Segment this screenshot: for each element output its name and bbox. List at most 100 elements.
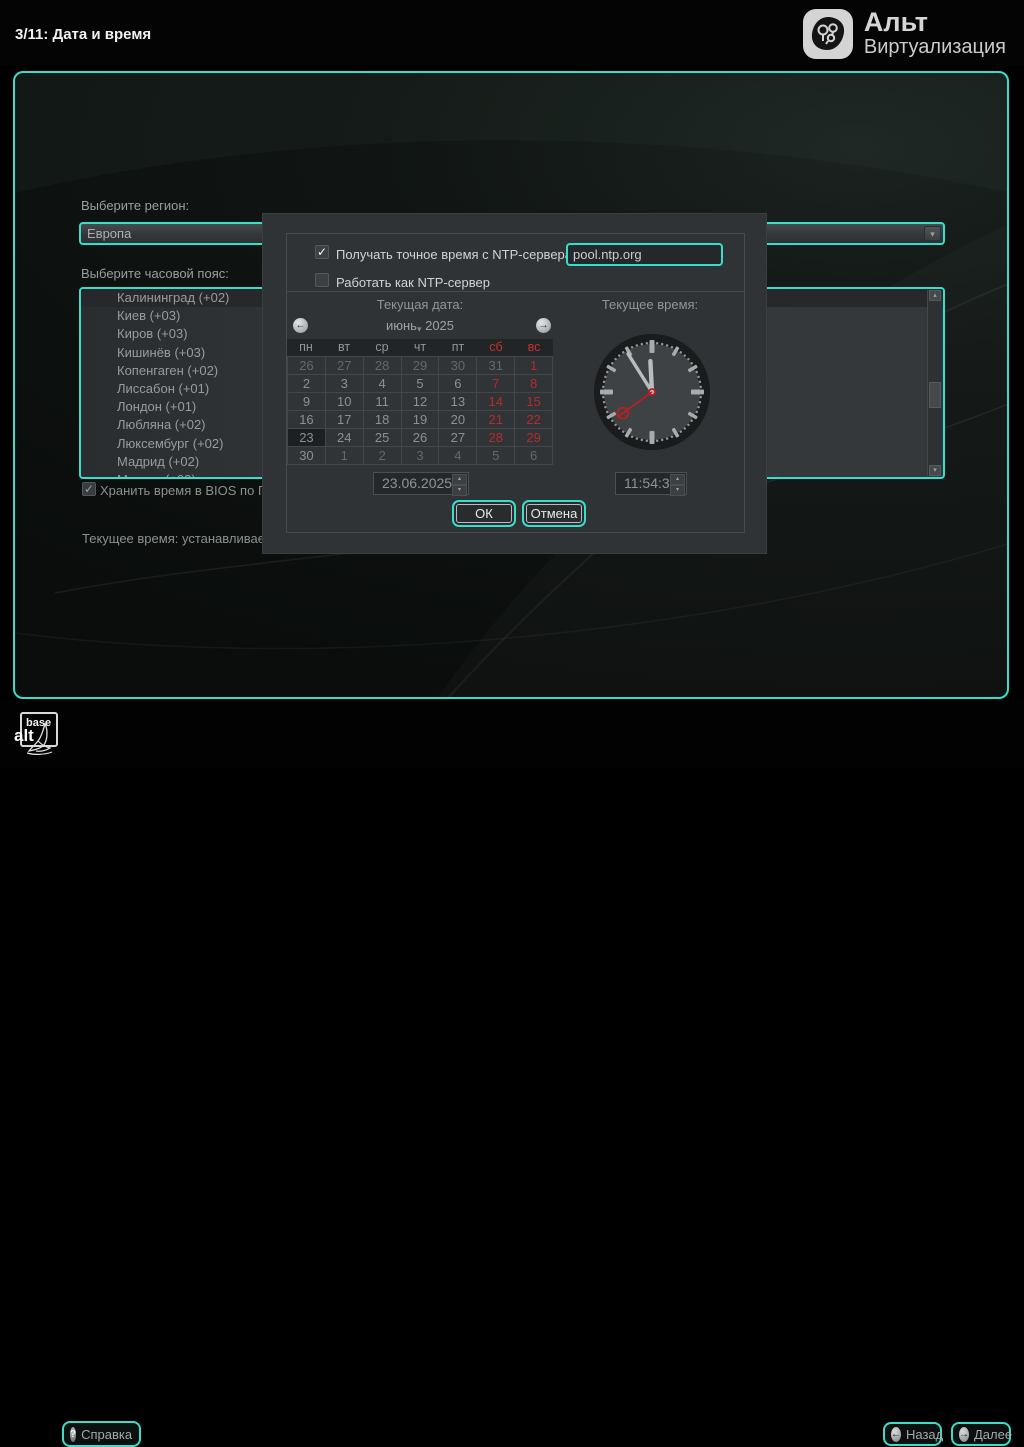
date-spinbox[interactable]: 23.06.2025 ▴ ▾ (373, 472, 469, 495)
calendar-day[interactable]: 27 (326, 357, 364, 375)
calendar-day[interactable]: 30 (439, 357, 477, 375)
ntp-server-input[interactable] (566, 243, 723, 266)
date-spin-down-icon[interactable]: ▾ (452, 485, 467, 496)
calendar-day[interactable]: 29 (515, 429, 553, 447)
calendar-day[interactable]: 28 (477, 429, 515, 447)
calendar-day[interactable]: 27 (439, 429, 477, 447)
calendar-day[interactable]: 7 (477, 375, 515, 393)
calendar-day[interactable]: 12 (402, 393, 440, 411)
ntp-client-checkbox[interactable]: ✓ (315, 245, 329, 259)
alt-logo-icon (802, 8, 854, 60)
ntp-server-label: Работать как NTP-сервер (336, 275, 490, 290)
time-spinbox[interactable]: 11:54:39 ▴ ▾ (615, 472, 687, 495)
check-icon: ✓ (84, 482, 94, 496)
month-year-label[interactable]: июнь▾ 2025 (287, 318, 553, 335)
calendar-day[interactable]: 8 (515, 375, 553, 393)
calendar-day[interactable]: 14 (477, 393, 515, 411)
help-button[interactable]: ? Справка (62, 1421, 141, 1447)
calendar-day[interactable]: 18 (364, 411, 402, 429)
calendar-day-header: пн (287, 339, 325, 356)
calendar-day[interactable]: 2 (288, 375, 326, 393)
current-time-status: Текущее время: устанавливает (82, 531, 270, 546)
calendar-day[interactable]: 6 (515, 447, 553, 465)
calendar-day[interactable]: 11 (364, 393, 402, 411)
calendar-day[interactable]: 24 (326, 429, 364, 447)
analog-clock (589, 329, 715, 455)
calendar-day[interactable]: 15 (515, 393, 553, 411)
calendar-day[interactable]: 5 (477, 447, 515, 465)
calendar-day[interactable]: 22 (515, 411, 553, 429)
calendar-day[interactable]: 1 (515, 357, 553, 375)
bios-utc-checkbox[interactable]: ✓ (82, 482, 96, 496)
next-button-label: Далее (974, 1427, 1012, 1442)
region-combobox-value: Европа (87, 225, 131, 242)
brand-block: Альт Виртуализация (802, 8, 1006, 60)
calendar-day[interactable]: 4 (364, 375, 402, 393)
calendar-day[interactable]: 4 (439, 447, 477, 465)
calendar-day[interactable]: 31 (477, 357, 515, 375)
chevron-down-icon[interactable]: ▾ (924, 226, 941, 241)
month-dropdown-icon[interactable]: ▾ (417, 324, 422, 334)
month-label[interactable]: июнь (386, 318, 417, 333)
calendar-day[interactable]: 5 (402, 375, 440, 393)
region-label: Выберите регион: (81, 198, 189, 213)
calendar-day[interactable]: 29 (402, 357, 440, 375)
brand-product: Виртуализация (864, 35, 1006, 59)
date-spin-up-icon[interactable]: ▴ (452, 474, 467, 485)
calendar-day[interactable]: 3 (326, 375, 364, 393)
ok-button[interactable]: ОК (452, 500, 516, 527)
year-label[interactable]: 2025 (425, 318, 454, 333)
current-time-title: Текущее время: (570, 297, 730, 312)
calendar-day[interactable]: 10 (326, 393, 364, 411)
basealt-logo: base alt (12, 708, 64, 762)
cancel-button[interactable]: Отмена (522, 500, 586, 527)
calendar-day[interactable]: 17 (326, 411, 364, 429)
ntp-client-label: Получать точное время с NTP-сервера: (336, 247, 576, 262)
bios-utc-label: Хранить время в BIOS по Гр (100, 483, 271, 498)
calendar-day[interactable]: 16 (288, 411, 326, 429)
calendar-day[interactable]: 26 (288, 357, 326, 375)
next-button[interactable]: → Далее (951, 1422, 1011, 1446)
ntp-server-checkbox[interactable]: ✓ (315, 273, 329, 287)
calendar-day[interactable]: 13 (439, 393, 477, 411)
scroll-down-icon[interactable]: ▾ (929, 465, 941, 476)
main-content-frame: Выберите регион: Европа ▾ Выберите часов… (13, 71, 1009, 699)
back-button[interactable]: ← Назад (883, 1422, 942, 1446)
calendar-day[interactable]: 20 (439, 411, 477, 429)
question-icon: ? (70, 1427, 76, 1442)
calendar-day[interactable]: 3 (402, 447, 440, 465)
calendar-day-headers: пнвтсрчтптсбвс (287, 339, 553, 356)
calendar-day[interactable]: 1 (326, 447, 364, 465)
arrow-left-icon: ← (891, 1427, 901, 1442)
calendar-day-header: пт (439, 339, 477, 356)
check-icon: ✓ (317, 245, 327, 259)
current-date-title: Текущая дата: (287, 297, 553, 312)
calendar-day-header: вт (325, 339, 363, 356)
ok-button-label: ОК (456, 504, 512, 523)
arrow-right-icon: → (959, 1427, 969, 1442)
calendar-day[interactable]: 30 (288, 447, 326, 465)
timezone-scrollbar[interactable]: ▴ ▾ (927, 290, 942, 476)
timezone-label: Выберите часовой пояс: (81, 266, 229, 281)
calendar-day[interactable]: 28 (364, 357, 402, 375)
calendar-day-header: сб (477, 339, 515, 356)
brand-name: Альт (864, 9, 1006, 35)
scrollbar-thumb[interactable] (929, 382, 941, 408)
scroll-up-icon[interactable]: ▴ (929, 290, 941, 301)
time-spin-up-icon[interactable]: ▴ (670, 474, 685, 485)
step-title: 3/11: Дата и время (15, 26, 151, 43)
calendar-day[interactable]: 2 (364, 447, 402, 465)
calendar-day[interactable]: 19 (402, 411, 440, 429)
help-button-label: Справка (81, 1427, 132, 1442)
next-month-button[interactable]: → (536, 318, 551, 333)
calendar-grid[interactable]: 2627282930311234567891011121314151617181… (287, 356, 553, 465)
calendar-day[interactable]: 9 (288, 393, 326, 411)
datetime-dialog: ✓ Получать точное время с NTP-сервера: ✓… (262, 213, 767, 554)
calendar-day-selected[interactable]: 23 (288, 429, 326, 447)
calendar-day[interactable]: 21 (477, 411, 515, 429)
calendar-day[interactable]: 6 (439, 375, 477, 393)
calendar-day[interactable]: 25 (364, 429, 402, 447)
footer-bar: base alt ? Справка ← Назад → Далее (0, 700, 1024, 768)
time-spin-down-icon[interactable]: ▾ (670, 485, 685, 496)
calendar-day[interactable]: 26 (402, 429, 440, 447)
